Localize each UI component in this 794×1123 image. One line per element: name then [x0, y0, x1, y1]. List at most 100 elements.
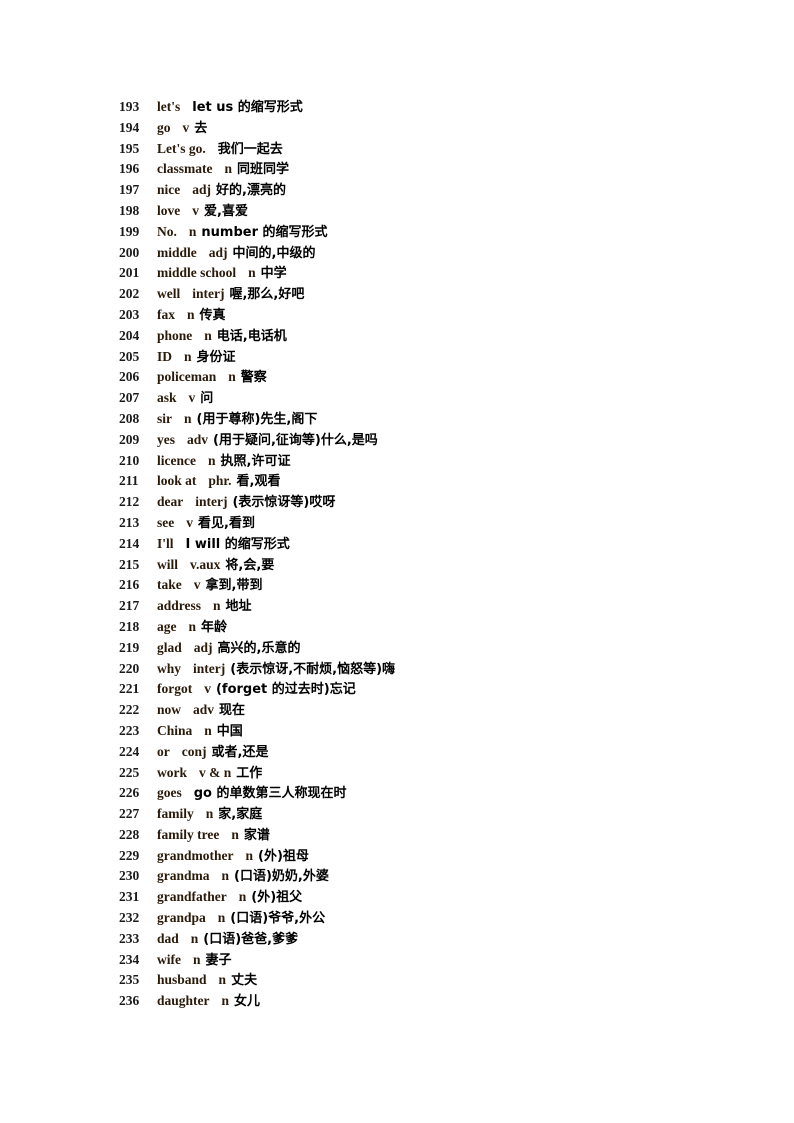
entry-definition: 中国 — [216, 723, 243, 739]
entry-word: take — [157, 577, 182, 593]
entry-number: 199 — [119, 223, 140, 239]
entry-number: 226 — [119, 785, 140, 801]
entry-definition: 警察 — [240, 370, 267, 386]
vocab-entry: 232 grandpa n (口语)爷爷,外公 — [119, 908, 395, 929]
entry-part-of-speech: v & n — [199, 764, 232, 780]
entry-number: 212 — [119, 494, 140, 510]
vocab-entry: 215 will v.aux 将,会,要 — [119, 555, 395, 576]
entry-number: 211 — [119, 473, 139, 489]
entry-part-of-speech: n — [221, 993, 230, 1009]
entry-number: 223 — [119, 722, 140, 738]
entry-number: 224 — [119, 743, 140, 759]
entry-part-of-speech: n — [213, 598, 221, 614]
entry-definition: 家谱 — [243, 827, 270, 843]
entry-number: 219 — [119, 639, 140, 655]
entry-definition: 工作 — [236, 765, 263, 781]
entry-definition: (用于疑问,征询等)什么,是吗 — [213, 432, 378, 448]
entry-word: policeman — [157, 369, 217, 385]
entry-part-of-speech: n — [193, 951, 201, 967]
entry-part-of-speech: phr. — [208, 473, 232, 489]
entry-number: 220 — [119, 660, 140, 676]
entry-number: 207 — [119, 390, 140, 406]
vocab-entry: 231 grandfather n (外)祖父 — [119, 887, 395, 908]
entry-definition: (用于尊称)先生,阁下 — [196, 411, 318, 427]
vocab-entry: 196 classmate n 同班同学 — [119, 159, 395, 180]
entry-number: 236 — [119, 993, 140, 1009]
entry-number: 195 — [119, 140, 140, 156]
entry-part-of-speech: n — [188, 618, 197, 634]
entry-part-of-speech: v — [193, 577, 201, 593]
entry-definition: 执照,许可证 — [220, 453, 291, 469]
entry-number: 215 — [119, 556, 140, 572]
entry-word: go — [157, 119, 171, 135]
entry-word: work — [157, 764, 187, 780]
entry-number: 201 — [119, 265, 140, 281]
entry-definition: 妻子 — [205, 952, 232, 968]
entry-number: 228 — [119, 826, 140, 842]
entry-part-of-speech: n — [228, 369, 236, 385]
entry-definition: 问 — [200, 391, 214, 407]
entry-word: licence — [157, 452, 196, 468]
entry-number: 194 — [119, 119, 140, 135]
entry-number: 227 — [119, 806, 140, 822]
entry-word: husband — [157, 972, 207, 988]
entry-word: or — [157, 743, 170, 759]
entry-word: wife — [157, 951, 181, 967]
vocab-entry: 236 daughter n 女儿 — [119, 991, 395, 1012]
entry-definition: 或者,还是 — [211, 744, 269, 760]
entry-part-of-speech: n — [245, 847, 254, 863]
vocab-entry: 220 why interj (表示惊讶,不耐烦,恼怒等)嗨 — [119, 659, 395, 680]
entry-part-of-speech: v — [182, 119, 190, 135]
entry-definition: (口语)爷爷,外公 — [230, 911, 326, 927]
entry-word: see — [157, 514, 175, 530]
vocab-entry: 197 nice adj 好的,漂亮的 — [119, 180, 395, 201]
entry-part-of-speech: n — [187, 306, 195, 322]
vocab-entry: 224 or conj 或者,还是 — [119, 742, 395, 763]
entry-number: 209 — [119, 431, 140, 447]
entry-part-of-speech: n — [190, 930, 199, 946]
entry-part-of-speech: interj — [192, 286, 225, 302]
vocab-entry: 198 love v 爱,喜爱 — [119, 201, 395, 222]
entry-word: address — [157, 598, 202, 614]
vocab-entry: 230 grandma n (口语)奶奶,外婆 — [119, 866, 395, 887]
entry-number: 235 — [119, 972, 140, 988]
entry-part-of-speech: n — [218, 972, 227, 988]
entry-number: 203 — [119, 306, 140, 322]
entry-part-of-speech: adj — [193, 639, 213, 655]
entry-part-of-speech: n — [204, 722, 212, 738]
entry-definition: 看见,看到 — [198, 515, 255, 531]
entry-word: grandmother — [157, 847, 234, 863]
entry-definition: 看,观看 — [236, 474, 281, 490]
entry-definition: 地址 — [225, 599, 252, 615]
entry-part-of-speech: conj — [181, 743, 207, 759]
document-page: 193 let's let us 的缩写形式 194 go v 去 195 Let's go. 我… — [0, 0, 794, 1123]
vocab-entry: 209 yes adv (用于疑问,征询等)什么,是吗 — [119, 430, 395, 451]
entry-number: 233 — [119, 930, 140, 946]
vocab-entry: 212 dear interj (表示惊讶等)哎呀 — [119, 492, 395, 513]
entry-number: 202 — [119, 286, 140, 302]
entry-definition: 传真 — [199, 307, 226, 323]
entry-definition: (口语)爸爸,爹爹 — [203, 931, 299, 947]
entry-definition: (forget 的过去时)忘记 — [215, 682, 356, 698]
vocab-entry: 202 well interj 喔,那么,好吧 — [119, 284, 395, 305]
entry-definition: 年龄 — [201, 619, 228, 635]
entry-definition: 中学 — [260, 266, 287, 282]
entry-word: family — [157, 806, 194, 822]
vocab-entry: 233 dad n (口语)爸爸,爹爹 — [119, 929, 395, 950]
entry-number: 230 — [119, 868, 140, 884]
entry-definition: 身份证 — [196, 349, 236, 365]
entry-word: daughter — [157, 993, 210, 1009]
entry-number: 206 — [119, 369, 140, 385]
entry-number: 200 — [119, 244, 140, 260]
entry-definition: (表示惊讶,不耐烦,恼怒等)嗨 — [230, 661, 396, 677]
entry-number: 229 — [119, 847, 140, 863]
entry-word: why — [157, 660, 182, 676]
entry-word: goes — [157, 785, 182, 801]
entry-word: now — [157, 702, 182, 718]
vocab-entry: 213 see v 看见,看到 — [119, 513, 395, 534]
entry-number: 218 — [119, 618, 140, 634]
entry-word: grandma — [157, 868, 210, 884]
entry-part-of-speech: v — [186, 514, 193, 530]
entry-definition: 拿到,带到 — [205, 578, 263, 594]
vocab-entry: 199 No. n number 的缩写形式 — [119, 222, 395, 243]
